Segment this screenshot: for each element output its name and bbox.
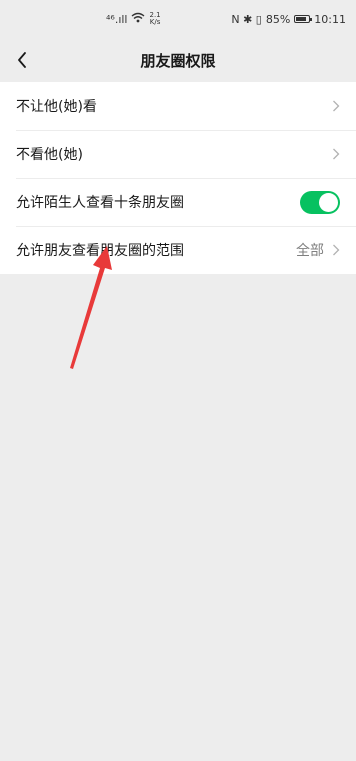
battery-icon [294,15,313,23]
row-hide-from[interactable]: 不让他(她)看 [0,82,356,130]
row-moments-range[interactable]: 允许朋友查看朋友圈的范围 全部 [0,226,356,274]
row-label: 不看他(她) [16,147,83,163]
row-allow-strangers: 允许陌生人查看十条朋友圈 [0,178,356,226]
chevron-right-icon [333,148,340,160]
allow-strangers-toggle[interactable] [300,190,340,214]
page-title: 朋友圈权限 [140,51,216,70]
range-value: 全部 [296,243,324,259]
battery-percent: 85% [265,12,291,26]
status-bar-right: N ✱ ▯ 85% 10:11 [231,13,346,26]
status-bar-left: ⁴⁶.ıll 2.1 K/s [106,12,161,26]
status-bar: ⁴⁶.ıll 2.1 K/s N ✱ ▯ 85% 10:11 [0,0,356,38]
row-label: 不让他(她)看 [16,99,97,115]
chevron-right-icon [333,244,340,256]
row-dont-see[interactable]: 不看他(她) [0,130,356,178]
net-speed: 2.1 K/s [149,11,161,26]
row-right [332,148,340,160]
wifi-icon [131,12,145,26]
settings-list: 不让他(她)看 不看他(她) 允许陌生人查看十条朋友圈 允许朋友查看朋友圈的范围… [0,82,356,274]
row-right: 全部 [296,240,340,260]
back-icon[interactable] [12,50,32,70]
chevron-right-icon [333,100,340,112]
red-arrow-annotation [70,246,112,369]
signal-icon: ⁴⁶.ıll [106,12,128,26]
row-label: 允许陌生人查看十条朋友圈 [16,195,184,211]
row-right [332,100,340,112]
title-bar: 朋友圈权限 [0,38,356,82]
nfc-bluetooth-vibrate-icons: N ✱ ▯ [231,12,262,26]
clock: 10:11 [314,12,346,26]
toggle-knob [319,192,338,212]
